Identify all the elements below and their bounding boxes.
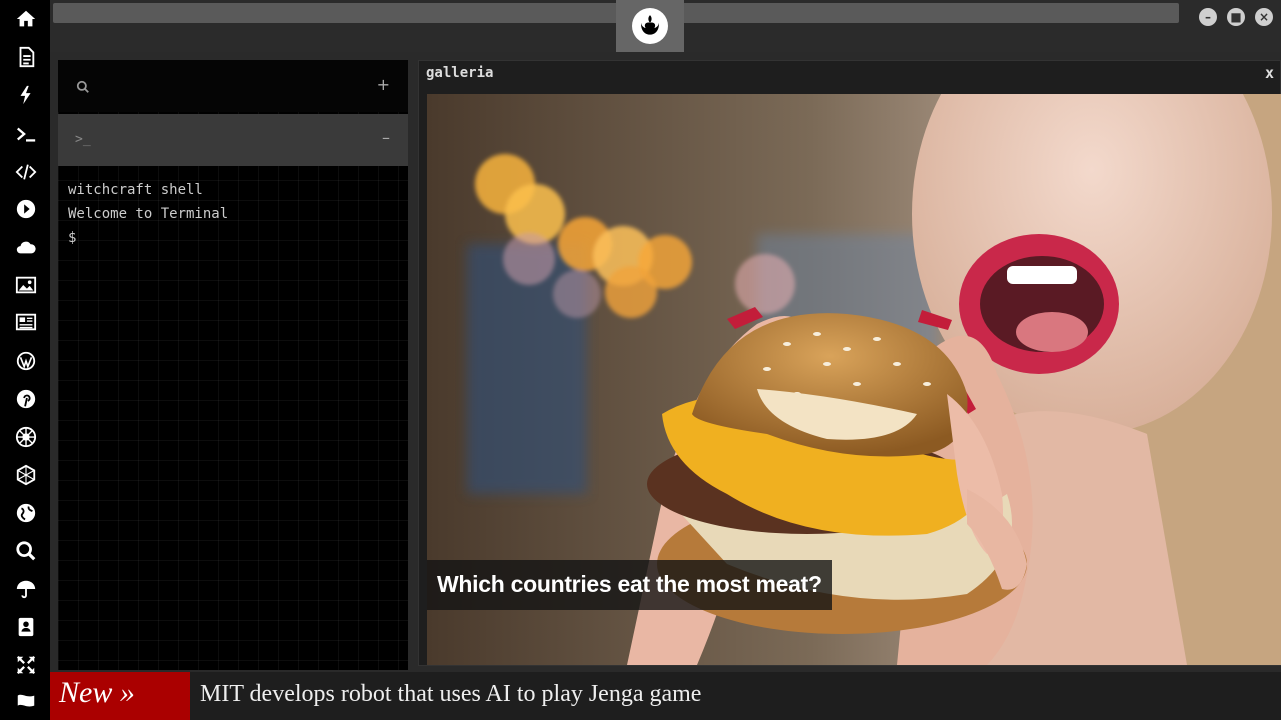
prompt-icon: >_ [75, 132, 91, 147]
play-icon[interactable] [13, 196, 39, 222]
terminal-tab[interactable]: >_ – [58, 114, 408, 166]
flag-icon[interactable] [13, 689, 39, 715]
terminal-line: Welcome to Terminal [68, 206, 229, 222]
hexagon-network-icon[interactable] [13, 462, 39, 488]
lightning-icon[interactable] [13, 82, 39, 108]
ticker-new-badge: New » [50, 672, 190, 720]
app-dock [0, 0, 50, 720]
home-icon[interactable] [13, 6, 39, 32]
ticker-headline[interactable]: MIT develops robot that uses AI to play … [200, 681, 701, 708]
close-button[interactable]: × [1255, 8, 1273, 26]
terminal-icon[interactable] [13, 121, 39, 147]
minimize-button[interactable]: – [1199, 8, 1217, 26]
terminal-panel: + >_ – witchcraft shell Welcome to Termi… [58, 60, 408, 670]
terminal-line: witchcraft shell [68, 182, 203, 198]
wordpress-icon[interactable] [13, 348, 39, 374]
document-icon[interactable] [13, 44, 39, 70]
add-terminal-button[interactable]: + [377, 75, 390, 94]
code-icon[interactable] [13, 159, 39, 185]
gallery-panel: galleria x Which countries eat the most … [418, 60, 1281, 666]
expand-arrows-icon[interactable] [13, 652, 39, 678]
contacts-icon[interactable] [13, 614, 39, 640]
maximize-button[interactable]: ■ [1227, 8, 1245, 26]
top-bar: – ■ × [50, 0, 1281, 52]
news-ticker: New » MIT develops robot that uses AI to… [50, 672, 1281, 720]
search-icon[interactable] [13, 538, 39, 564]
galactic-empire-icon[interactable] [13, 424, 39, 450]
terminal-output[interactable]: witchcraft shell Welcome to Terminal $ [68, 178, 228, 250]
search-icon[interactable] [76, 80, 90, 99]
collapse-terminal-button[interactable]: – [382, 128, 390, 147]
cloud-icon[interactable] [13, 234, 39, 260]
gallery-close-button[interactable]: x [1265, 64, 1274, 82]
newspaper-icon[interactable] [13, 309, 39, 335]
pinterest-icon[interactable] [13, 386, 39, 412]
gallery-photo[interactable]: Which countries eat the most meat? [427, 94, 1281, 665]
umbrella-icon[interactable] [13, 576, 39, 602]
rebel-alliance-icon[interactable] [616, 0, 684, 52]
image-icon[interactable] [13, 272, 39, 298]
terminal-prompt: $ [68, 230, 77, 246]
photo-caption: Which countries eat the most meat? [427, 560, 832, 610]
terminal-search-row: + [58, 60, 408, 112]
gallery-title: galleria [426, 65, 494, 81]
globe-icon[interactable] [13, 500, 39, 526]
